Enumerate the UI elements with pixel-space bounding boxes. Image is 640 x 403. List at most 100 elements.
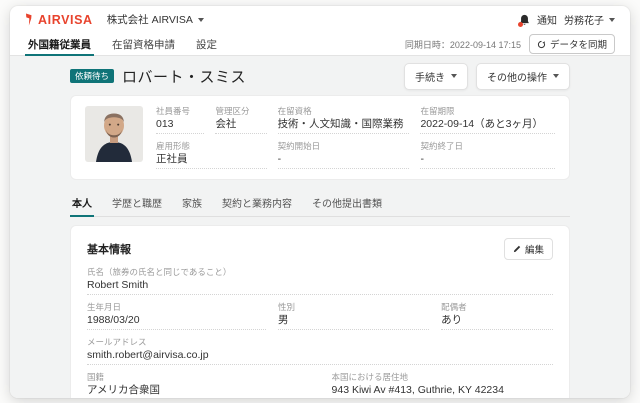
user-menu[interactable]: 労務花子 (564, 12, 615, 27)
tab-family[interactable]: 家族 (180, 191, 204, 216)
field-email: メールアドレス smith.robert@airvisa.co.jp (87, 337, 553, 365)
procedures-button-label: 手続き (415, 72, 445, 84)
field-value: Robert Smith (87, 279, 553, 295)
tab-label: 家族 (182, 199, 202, 210)
refresh-icon (537, 40, 546, 48)
pencil-icon (513, 245, 521, 253)
field-label: 在留資格 (277, 106, 312, 116)
header-right: 通知 労務花子 (518, 12, 615, 27)
tab-education-career[interactable]: 学歴と職歴 (110, 191, 164, 216)
field-nationality: 国籍 アメリカ合衆国 (87, 372, 320, 398)
airvisa-logo-icon (26, 13, 32, 26)
company-name: 株式会社 AIRVISA (106, 14, 193, 26)
field-contract-start: 契約開始日 - (277, 141, 410, 169)
nav-item-foreign-employees[interactable]: 外国籍従業員 (25, 33, 94, 56)
basic-info-card: 基本情報 編集 氏名（旅券の氏名と同じであること） Robert Smith 生… (70, 225, 570, 398)
field-value: - (420, 153, 555, 169)
field-home-country-address: 本国における居住地 943 Kiwi Av #413, Guthrie, KY … (332, 372, 553, 398)
field-value: あり (441, 314, 553, 330)
airvisa-logo: AIRVISA (25, 13, 93, 27)
field-label: 在留期限 (420, 106, 455, 116)
page-actions: 手続き その他の操作 (404, 62, 570, 90)
app-window: AIRVISA 株式会社 AIRVISA 通知 労務花子 外国籍従業員 在留資格… (10, 6, 630, 398)
field-value: 会社 (215, 118, 267, 134)
field-gender: 性別 男 (278, 302, 430, 330)
sync-data-button[interactable]: データを同期 (528, 34, 615, 54)
nav-item-label: 設定 (196, 38, 217, 51)
company-selector[interactable]: 株式会社 AIRVISA (107, 12, 204, 27)
chevron-down-icon (197, 17, 204, 22)
employee-name: ロバート・スミス (122, 68, 247, 86)
field-label: 社員番号 (156, 106, 191, 116)
notification-bell[interactable] (518, 14, 530, 27)
other-actions-button-label: その他の操作 (487, 72, 547, 84)
field-value: 男 (278, 314, 430, 330)
notification-label[interactable]: 通知 (537, 12, 557, 27)
field-label: 本国における居住地 (331, 372, 409, 382)
field-employment-type: 雇用形態 正社員 (156, 141, 267, 169)
field-contract-end: 契約終了日 - (420, 141, 555, 169)
field-full-name: 氏名（旅券の氏名と同じであること） Robert Smith (87, 267, 553, 295)
field-label: メールアドレス (87, 337, 147, 347)
field-label: 契約終了日 (420, 141, 463, 151)
primary-nav: 外国籍従業員 在留資格申請 設定 同期日時：2022-09-14 17:15 デ… (10, 33, 630, 56)
field-value: - (277, 153, 410, 169)
procedures-button[interactable]: 手続き (404, 62, 468, 90)
field-management-category: 管理区分 会社 (215, 106, 267, 134)
field-residence-status: 在留資格 技術・人文知識・国際業務 (277, 106, 410, 134)
tab-other-documents[interactable]: その他提出書類 (310, 191, 384, 216)
detail-tabs: 本人 学歴と職歴 家族 契約と業務内容 その他提出書類 (70, 191, 570, 217)
field-value: 1988/03/20 (87, 314, 267, 330)
nav-item-residence-applications[interactable]: 在留資格申請 (109, 33, 178, 55)
logo-text: AIRVISA (38, 12, 93, 27)
field-birthdate: 生年月日 1988/03/20 (87, 302, 267, 330)
nav-item-settings[interactable]: 設定 (193, 33, 220, 55)
nav-item-label: 外国籍従業員 (28, 38, 91, 51)
chevron-down-icon (553, 74, 559, 78)
tab-person[interactable]: 本人 (70, 191, 94, 217)
tab-contract-duties[interactable]: 契約と業務内容 (220, 191, 294, 216)
main-content: 依頼待ち ロバート・スミス 手続き その他の操作 社員番号 013 管理区分 会… (10, 56, 630, 398)
employee-summary-card: 社員番号 013 管理区分 会社 在留資格 技術・人文知識・国際業務 在留期限 … (70, 95, 570, 180)
portrait-image (85, 106, 143, 162)
field-label: 雇用形態 (156, 141, 191, 151)
employee-photo (85, 106, 143, 162)
field-value: 技術・人文知識・国際業務 (277, 118, 410, 134)
sync-button-label: データを同期 (549, 40, 607, 51)
sync-timestamp: 同期日時：2022-09-14 17:15 (404, 39, 521, 50)
nav-item-label: 在留資格申請 (112, 38, 175, 51)
field-label: 性別 (278, 302, 296, 312)
basic-info-row: 国籍 アメリカ合衆国 本国における居住地 943 Kiwi Av #413, G… (87, 372, 553, 398)
app-header: AIRVISA 株式会社 AIRVISA 通知 労務花子 (10, 6, 630, 33)
field-label: 生年月日 (87, 302, 122, 312)
field-label: 管理区分 (215, 106, 250, 116)
page-title-row: 依頼待ち ロバート・スミス 手続き その他の操作 (70, 62, 570, 90)
chevron-down-icon (451, 74, 457, 78)
notification-dot (518, 21, 523, 27)
summary-fields: 社員番号 013 管理区分 会社 在留資格 技術・人文知識・国際業務 在留期限 … (156, 106, 555, 169)
field-spouse: 配偶者 あり (441, 302, 553, 330)
basic-info-edit-button[interactable]: 編集 (503, 238, 553, 260)
field-label: 配偶者 (441, 302, 467, 312)
field-value: アメリカ合衆国 (87, 384, 320, 398)
tab-label: その他提出書類 (312, 199, 382, 210)
field-value: 013 (156, 118, 205, 134)
nav-right: 同期日時：2022-09-14 17:15 データを同期 (405, 33, 615, 55)
field-label: 氏名（旅券の氏名と同じであること） (87, 267, 232, 277)
chevron-down-icon (609, 17, 615, 22)
edit-button-label: 編集 (524, 245, 544, 256)
status-badge: 依頼待ち (70, 68, 115, 84)
other-actions-button[interactable]: その他の操作 (476, 62, 570, 90)
basic-info-header: 基本情報 編集 (87, 238, 553, 260)
field-value: 正社員 (156, 153, 267, 169)
field-label: 国籍 (87, 372, 105, 382)
field-employee-number: 社員番号 013 (156, 106, 205, 134)
field-value: 943 Kiwi Av #413, Guthrie, KY 42234 (332, 384, 553, 398)
field-residence-expiry: 在留期限 2022-09-14（あと3ヶ月） (420, 106, 555, 134)
field-value: smith.robert@airvisa.co.jp (87, 349, 553, 365)
field-label: 契約開始日 (277, 141, 321, 151)
tab-label: 契約と業務内容 (222, 199, 292, 210)
tab-label: 本人 (72, 199, 92, 210)
tab-label: 学歴と職歴 (112, 199, 162, 210)
basic-info-row: 生年月日 1988/03/20 性別 男 配偶者 あり (87, 302, 553, 337)
